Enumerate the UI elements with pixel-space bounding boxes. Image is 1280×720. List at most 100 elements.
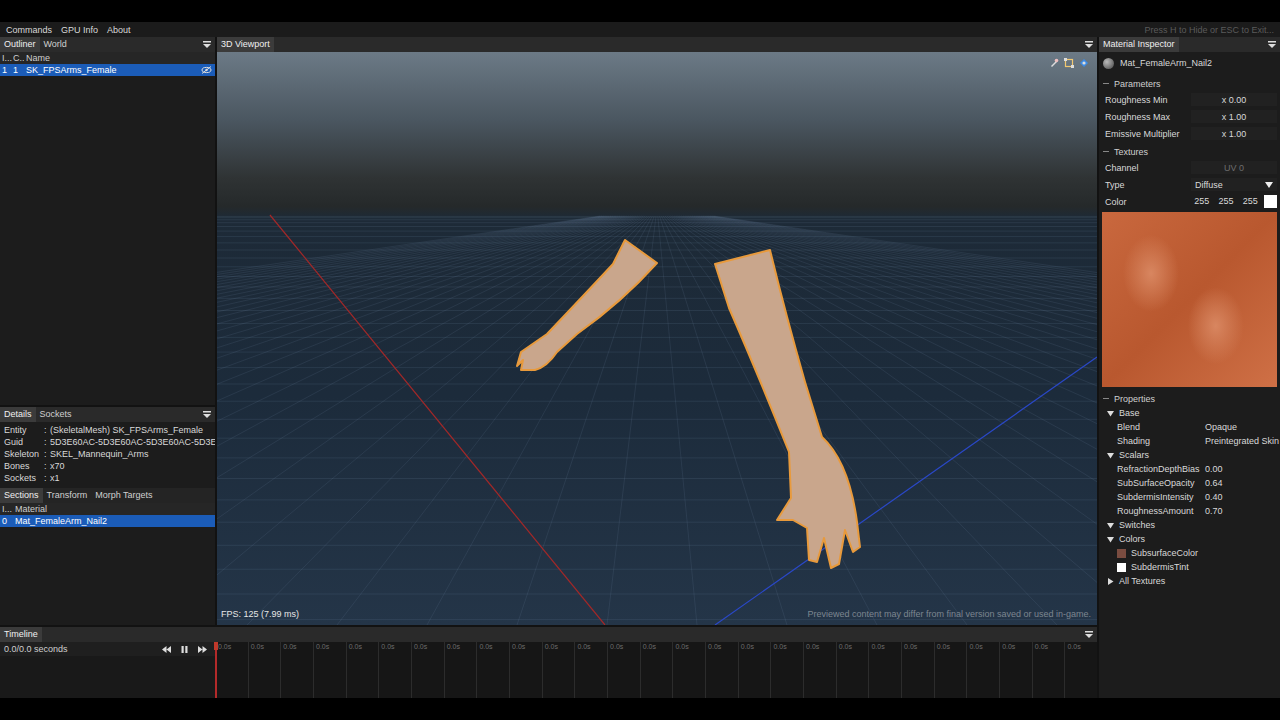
parameter-value[interactable]: x 0.00 <box>1191 93 1277 106</box>
transport-buttons <box>162 646 207 653</box>
parameter-row: Emissive Multiplierx 1.00 <box>1099 125 1280 142</box>
group-header[interactable]: Switches <box>1099 518 1280 532</box>
timeline-panel: Timeline0.0/0.0 seconds0.0s0.0s0.0s0.0s0… <box>0 627 1097 698</box>
panel-menu-icon[interactable] <box>203 41 211 49</box>
forward-icon[interactable] <box>198 646 207 653</box>
eye-off-icon[interactable] <box>201 66 212 74</box>
table-row[interactable]: 0Mat_FemaleArm_Nail2 <box>0 515 215 527</box>
group-header[interactable]: Scalars <box>1099 448 1280 462</box>
tab[interactable]: Timeline <box>0 627 42 642</box>
column-header[interactable]: Name <box>24 53 215 63</box>
tab-bar: Material Inspector <box>1099 37 1280 52</box>
color-swatch[interactable] <box>1264 195 1277 208</box>
tab[interactable]: Morph Targets <box>91 488 156 503</box>
light-icon[interactable] <box>1049 58 1059 68</box>
tab[interactable]: Sockets <box>36 407 76 422</box>
rewind-icon[interactable] <box>162 646 171 653</box>
panel-menu-icon[interactable] <box>1268 41 1276 49</box>
fps-counter: FPS: 125 (7.99 ms) <box>221 609 299 619</box>
left-arm[interactable] <box>517 240 657 370</box>
tab-bar: 3D Viewport <box>217 37 1097 52</box>
column-header[interactable]: I... <box>0 53 13 63</box>
scene-view[interactable]: FPS: 125 (7.99 ms)Previewed content may … <box>217 52 1097 625</box>
menu-item[interactable]: Commands <box>6 25 52 35</box>
property-label: RoughnessAmount <box>1117 506 1205 516</box>
detail-field: Entity:(SkeletalMesh) SK_FPSArms_Female <box>4 424 215 436</box>
type-dropdown[interactable]: Diffuse <box>1191 178 1277 191</box>
tab-bar: Timeline <box>0 627 1097 642</box>
material-inspector: Material Inspector Mat_FemaleArm_Nail2 Par… <box>1099 37 1280 698</box>
group-header[interactable]: Base <box>1099 406 1280 420</box>
color-channel[interactable]: 255 <box>1240 195 1261 208</box>
ruler-tick: 0.0s <box>476 642 509 698</box>
parameter-row: Roughness Minx 0.00 <box>1099 91 1280 108</box>
type-value: Diffuse <box>1195 180 1223 190</box>
tick-label: 0.0s <box>447 643 460 650</box>
sub-tab-bar: SectionsTransformMorph Targets <box>0 488 215 503</box>
column-header[interactable]: I... <box>0 504 13 514</box>
column-header[interactable]: C... <box>13 53 24 63</box>
section-title: Parameters <box>1099 74 1280 91</box>
tab[interactable]: Transform <box>43 488 92 503</box>
parameter-value[interactable]: x 1.00 <box>1191 110 1277 123</box>
property-value[interactable]: 0.00 <box>1205 464 1276 474</box>
timeline-ruler[interactable]: 0.0s0.0s0.0s0.0s0.0s0.0s0.0s0.0s0.0s0.0s… <box>215 642 1097 698</box>
tick-label: 0.0s <box>643 643 656 650</box>
material-name: Mat_FemaleArm_Nail2 <box>1120 58 1212 68</box>
property-value[interactable]: 0.70 <box>1205 506 1276 516</box>
property-value[interactable]: 0.64 <box>1205 478 1276 488</box>
color-swatch[interactable] <box>1117 549 1126 558</box>
field-separator: : <box>44 449 50 459</box>
tick-label: 0.0s <box>904 643 917 650</box>
group-header[interactable]: All Textures <box>1099 574 1280 588</box>
color-row: Color255255255 <box>1099 193 1280 210</box>
property-value[interactable]: 0.40 <box>1205 492 1276 502</box>
tab[interactable]: 3D Viewport <box>217 37 274 52</box>
tick-label: 0.0s <box>675 643 688 650</box>
bounds-icon[interactable] <box>1064 58 1074 68</box>
tab[interactable]: Sections <box>0 488 43 503</box>
tick-label: 0.0s <box>512 643 525 650</box>
table-row[interactable]: 11SK_FPSArms_Female <box>0 64 215 76</box>
ruler-tick: 0.0s <box>934 642 967 698</box>
column-header[interactable]: Material <box>13 504 215 514</box>
menu-item[interactable]: About <box>107 25 131 35</box>
field-value: (SkeletalMesh) SK_FPSArms_Female <box>50 425 215 435</box>
panel-menu-icon[interactable] <box>203 411 211 419</box>
expanded-arrow-icon <box>1107 452 1114 459</box>
channel-label: Channel <box>1105 163 1191 173</box>
tick-label: 0.0s <box>545 643 558 650</box>
time-display: 0.0/0.0 seconds <box>4 644 68 654</box>
parameter-label: Roughness Min <box>1105 95 1191 105</box>
tab[interactable]: World <box>40 37 71 52</box>
viewport-panel: 3D ViewportFPS: 125 (7.99 ms)Previewed c… <box>217 37 1097 625</box>
property-label: SubSurfaceOpacity <box>1117 478 1205 488</box>
property-value[interactable]: Preintegrated Skin <box>1205 436 1276 446</box>
pause-icon[interactable] <box>181 646 188 653</box>
menu-item[interactable]: GPU Info <box>61 25 98 35</box>
right-arm[interactable] <box>715 250 860 568</box>
table-header: I...C...Name <box>0 52 215 64</box>
color-channel[interactable]: 255 <box>1191 195 1212 208</box>
panel-menu-icon[interactable] <box>1085 631 1093 639</box>
bottom-bar <box>0 698 1280 720</box>
tab[interactable]: Details <box>0 407 36 422</box>
panel-menu-icon[interactable] <box>1085 41 1093 49</box>
group-header[interactable]: Colors <box>1099 532 1280 546</box>
tab[interactable]: Outliner <box>0 37 40 52</box>
ruler-tick: 0.0s <box>738 642 771 698</box>
property-item: SubdermisTint <box>1099 560 1280 574</box>
tab[interactable]: Material Inspector <box>1099 37 1179 52</box>
property-item: RefractionDepthBias0.00 <box>1099 462 1280 476</box>
property-item: RoughnessAmount0.70 <box>1099 504 1280 518</box>
section-title: Textures <box>1099 142 1280 159</box>
field-value: x70 <box>50 461 215 471</box>
playhead[interactable] <box>215 642 217 698</box>
detail-field: Bones:x70 <box>4 460 215 472</box>
color-swatch[interactable] <box>1117 563 1126 572</box>
color-channel[interactable]: 255 <box>1215 195 1236 208</box>
channel-value[interactable]: UV 0 <box>1191 161 1277 174</box>
camera-icon[interactable] <box>1079 58 1089 68</box>
parameter-value[interactable]: x 1.00 <box>1191 127 1277 140</box>
property-value[interactable]: Opaque <box>1205 422 1276 432</box>
